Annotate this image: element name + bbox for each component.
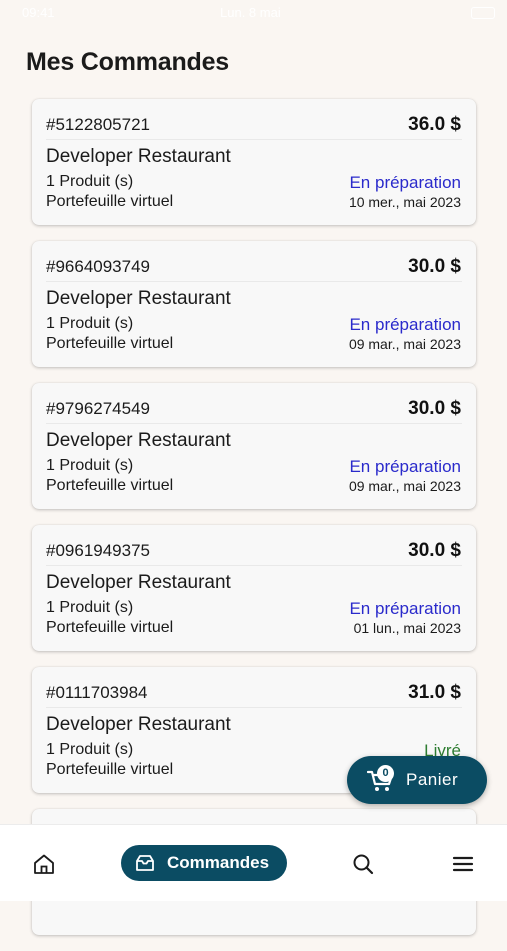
battery-icon <box>471 7 495 19</box>
order-status: En préparation <box>349 173 461 192</box>
tab-commandes-label: Commandes <box>167 853 270 872</box>
order-status: En préparation <box>349 457 461 476</box>
product-count: 1 Produit (s) <box>46 173 134 190</box>
order-status: En préparation <box>349 315 461 334</box>
page-title: Mes Commandes <box>26 48 230 76</box>
order-date: 09 mar., mai 2023 <box>348 478 461 494</box>
order-date: 10 mer., mai 2023 <box>348 194 461 210</box>
payment-method: Portefeuille virtuel <box>46 193 174 210</box>
restaurant-name: Developer Restaurant <box>46 714 231 735</box>
order-status: En préparation <box>349 599 461 618</box>
status-date: Lun. 8 mai <box>220 5 281 20</box>
cart-count-badge: 0 <box>377 765 394 782</box>
order-date: 09 mar., mai 2023 <box>348 336 461 352</box>
cart-label: Panier <box>406 770 459 789</box>
payment-method: Portefeuille virtuel <box>46 335 174 352</box>
restaurant-name: Developer Restaurant <box>46 572 231 593</box>
order-card[interactable]: #9664093749 30.0 $ Developer Restaurant … <box>32 241 476 367</box>
order-id: #9796274549 <box>46 399 151 418</box>
status-bar: 09:41 Lun. 8 mai <box>0 0 507 28</box>
order-amount: 30.0 $ <box>408 398 461 419</box>
restaurant-name: Developer Restaurant <box>46 430 231 451</box>
restaurant-name: Developer Restaurant <box>46 288 231 309</box>
payment-method: Portefeuille virtuel <box>46 477 174 494</box>
order-id: #0111703984 <box>46 683 148 702</box>
product-count: 1 Produit (s) <box>46 315 134 332</box>
home-icon[interactable] <box>32 852 56 876</box>
order-card[interactable]: #9796274549 30.0 $ Developer Restaurant … <box>32 383 476 509</box>
tab-commandes[interactable]: Commandes <box>121 845 287 881</box>
order-id: #0961949375 <box>46 541 151 560</box>
payment-method: Portefeuille virtuel <box>46 619 174 636</box>
order-card[interactable]: #0961949375 30.0 $ Developer Restaurant … <box>32 525 476 651</box>
order-amount: 36.0 $ <box>408 114 461 135</box>
payment-method: Portefeuille virtuel <box>46 761 174 778</box>
order-amount: 30.0 $ <box>408 540 461 561</box>
product-count: 1 Produit (s) <box>46 741 134 758</box>
cart-button[interactable]: 0 Panier <box>347 756 487 804</box>
order-id: #5122805721 <box>46 115 151 134</box>
card-divider <box>46 423 462 424</box>
order-amount: 30.0 $ <box>408 256 461 277</box>
inbox-icon <box>136 855 154 871</box>
order-id: #9664093749 <box>46 257 151 276</box>
card-divider <box>46 565 462 566</box>
product-count: 1 Produit (s) <box>46 599 134 616</box>
card-divider <box>46 139 462 140</box>
order-amount: 31.0 $ <box>408 682 461 703</box>
bottom-navigation: Commandes <box>0 824 507 901</box>
menu-icon[interactable] <box>451 852 475 876</box>
order-card[interactable]: #5122805721 36.0 $ Developer Restaurant … <box>32 99 476 225</box>
order-date: 01 lun., mai 2023 <box>353 620 461 636</box>
card-divider <box>46 707 462 708</box>
status-time: 09:41 <box>22 5 55 20</box>
search-icon[interactable] <box>351 852 375 876</box>
card-divider <box>46 281 462 282</box>
product-count: 1 Produit (s) <box>46 457 134 474</box>
restaurant-name: Developer Restaurant <box>46 146 231 167</box>
